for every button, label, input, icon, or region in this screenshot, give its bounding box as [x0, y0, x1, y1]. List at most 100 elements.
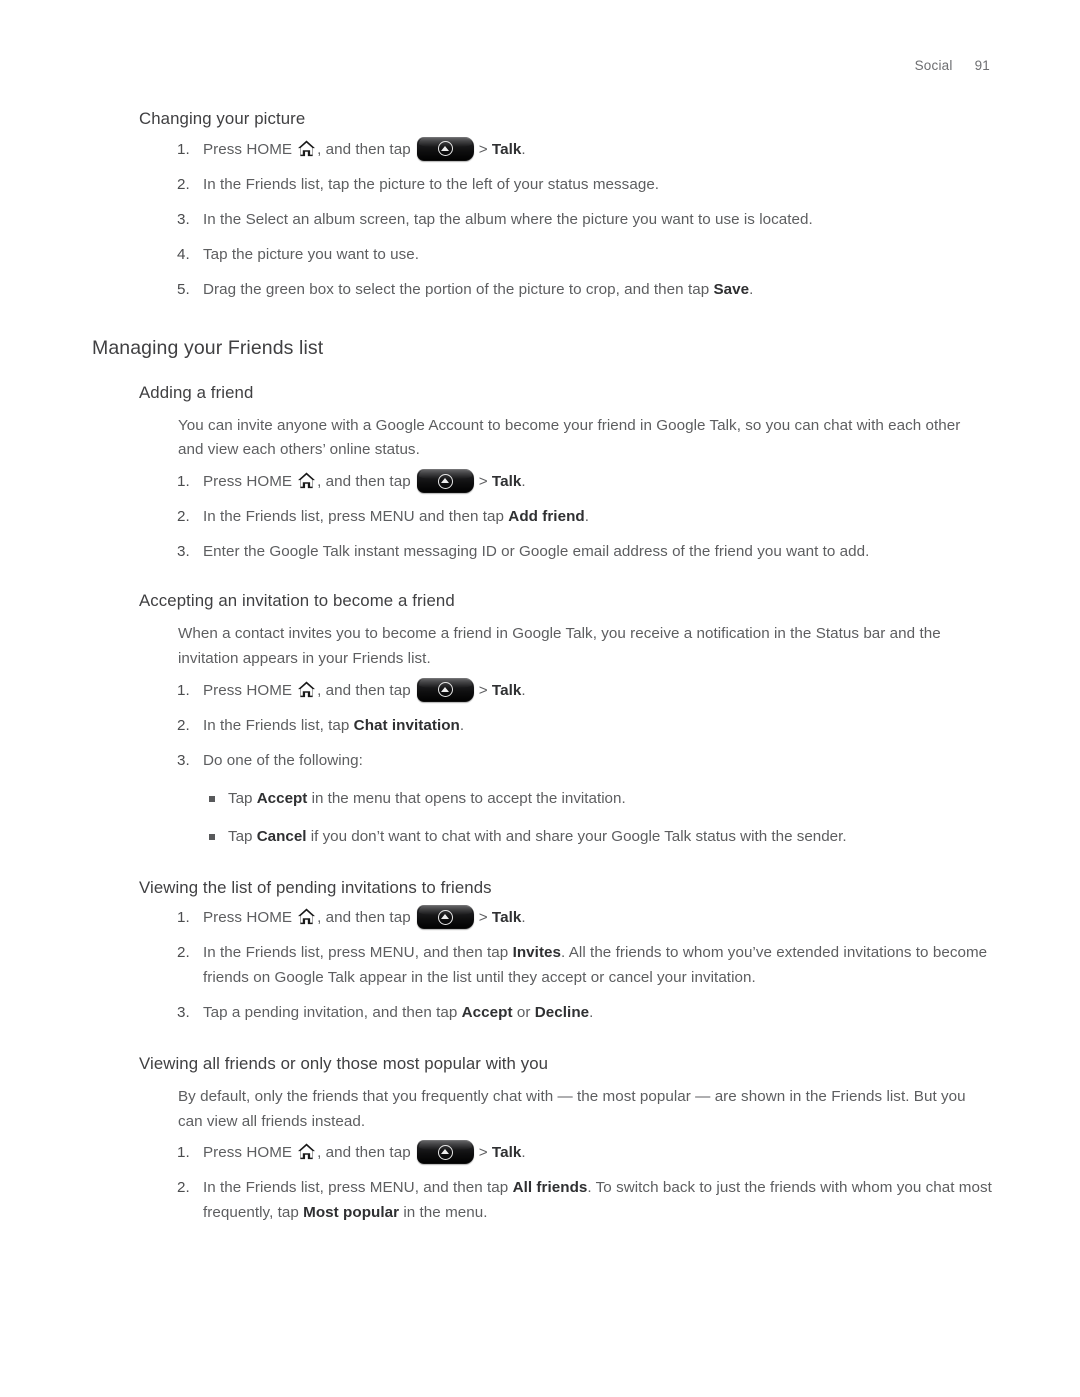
sub-bullets-accepting-an-invitation: Tap Accept in the menu that opens to acc…: [92, 786, 992, 849]
step-number: 1.: [177, 473, 190, 491]
bullet-emphasis: Cancel: [256, 827, 307, 845]
step-text-pre: Press HOME: [203, 140, 293, 158]
app-launcher-button-icon[interactable]: [416, 1140, 474, 1165]
step-text-mid: , and then tap: [317, 681, 411, 699]
step-text-post: .: [749, 280, 754, 298]
steps-viewing-all-friends: 1. Press HOME , and then tap > Talk. 2. In…: [92, 1140, 992, 1225]
heading-managing-your-friends-list: Managing your Friends list: [92, 336, 324, 359]
step-text-post: .: [521, 681, 526, 699]
step-item: 3. In the Select an album screen, tap th…: [92, 207, 992, 232]
list-item: Tap Accept in the menu that opens to acc…: [92, 786, 992, 811]
launcher-glyph-icon: [437, 682, 453, 698]
steps-viewing-pending-invitations: 1. Press HOME , and then tap > Talk. 2. In…: [92, 905, 992, 1025]
step-number: 1.: [177, 909, 190, 927]
step-separator: >: [478, 140, 488, 158]
step-text-pre: Press HOME: [203, 909, 293, 927]
bullet-text: Tap Cancel if you don’t want to chat wit…: [228, 828, 847, 845]
step-emphasis: Add friend: [508, 508, 585, 526]
step-text-post: .: [521, 909, 526, 927]
step-emphasis: Accept: [461, 1004, 513, 1022]
step-item: 2. In the Friends list, press MENU, and …: [92, 1175, 992, 1225]
paragraph-accepting-an-invitation: When a contact invites you to become a f…: [178, 624, 941, 667]
steps-changing-your-picture: 1. Press HOME , and then tap > Talk. 2. In…: [92, 136, 992, 302]
step-text: Press HOME , and then tap > Talk.: [203, 1140, 526, 1165]
step-text-pre: In the Friends list, tap: [203, 716, 354, 734]
section-managing-your-friends-list: Managing your Friends list: [92, 336, 992, 361]
section-adding-a-friend: Adding a friend You can invite anyone wi…: [92, 382, 992, 564]
app-launcher-button-icon[interactable]: [416, 677, 474, 702]
step-number: 2.: [177, 944, 190, 962]
step-number: 2.: [177, 716, 190, 734]
step-text-pre: In the Friends list, press MENU, and the…: [203, 1179, 513, 1197]
step-emphasis: Talk: [491, 1144, 522, 1162]
square-bullet-icon: [209, 833, 215, 840]
home-key-icon: [297, 680, 316, 699]
step-text-pre: Tap a pending invitation, and then tap: [203, 1004, 462, 1022]
step-emphasis: All friends: [512, 1179, 588, 1197]
step-emphasis: Talk: [491, 681, 522, 699]
step-number: 5.: [177, 280, 190, 298]
step-text: In the Friends list, press MENU and then…: [203, 508, 589, 525]
step-item: 4. Tap the picture you want to use.: [92, 242, 992, 267]
step-emphasis: Talk: [491, 140, 522, 158]
step-text-mid: , and then tap: [317, 1144, 411, 1162]
step-item: 1. Press HOME , and then tap > Talk.: [92, 905, 992, 930]
step-text-pre: In the Friends list, press MENU and then…: [203, 508, 509, 526]
home-key-icon: [297, 139, 316, 158]
step-text: Press HOME , and then tap > Talk.: [203, 905, 526, 930]
step-emphasis: Chat invitation: [353, 716, 460, 734]
step-text-mid: , and then tap: [317, 140, 411, 158]
steps-accepting-an-invitation: 1. Press HOME , and then tap > Talk. 2. In…: [92, 677, 992, 773]
step-text: Enter the Google Talk instant messaging …: [203, 543, 870, 561]
step-text: Press HOME , and then tap > Talk.: [203, 677, 526, 702]
app-launcher-button-icon[interactable]: [416, 469, 474, 494]
step-item: 1. Press HOME , and then tap > Talk.: [92, 1140, 992, 1165]
step-number: 2.: [177, 175, 190, 193]
running-header: Social 91: [915, 58, 990, 73]
step-text-post: .: [589, 1004, 594, 1022]
step-text-post: .: [521, 473, 526, 491]
heading-accepting-an-invitation: Accepting an invitation to become a frie…: [139, 591, 455, 611]
launcher-glyph-icon: [437, 473, 453, 489]
section-viewing-pending-invitations: Viewing the list of pending invitations …: [92, 877, 992, 1026]
bullet-text-pre: Tap: [228, 827, 257, 845]
step-text-post: .: [521, 140, 526, 158]
bullet-text-post: in the menu that opens to accept the inv…: [307, 789, 626, 807]
step-text-mid: , and then tap: [317, 909, 411, 927]
paragraph-adding-a-friend: You can invite anyone with a Google Acco…: [178, 416, 961, 459]
heading-viewing-all-friends: Viewing all friends or only those most p…: [139, 1054, 549, 1074]
step-text: In the Friends list, tap Chat invitation…: [203, 717, 464, 734]
step-item: 2. In the Friends list, tap Chat invitat…: [92, 713, 992, 738]
bullet-text-pre: Tap: [228, 789, 257, 807]
step-text-pre: In the Friends list, press MENU, and the…: [203, 944, 513, 962]
step-item: 2. In the Friends list, press MENU and t…: [92, 504, 992, 529]
step-text-pre: Press HOME: [203, 681, 293, 699]
step-number: 3.: [177, 1004, 190, 1022]
step-emphasis-secondary: Decline: [534, 1004, 590, 1022]
document-page: Social 91 Changing your picture 1. Press…: [0, 0, 1080, 1397]
header-chapter-label: Social: [914, 58, 953, 73]
step-emphasis: Talk: [491, 909, 522, 927]
step-item: 5. Drag the green box to select the port…: [92, 277, 992, 302]
square-bullet-icon: [209, 795, 215, 802]
step-text-post: .: [521, 1144, 526, 1162]
step-item: 1. Press HOME , and then tap > Talk.: [92, 469, 992, 494]
step-item: 3. Do one of the following:: [92, 748, 992, 773]
step-text-mid: , and then tap: [317, 473, 411, 491]
step-text-post: in the menu.: [399, 1204, 488, 1222]
app-launcher-button-icon[interactable]: [416, 905, 474, 930]
step-emphasis: Save: [713, 280, 750, 298]
launcher-glyph-icon: [437, 1144, 453, 1160]
step-text-pre: Press HOME: [203, 473, 293, 491]
step-item: 3. Tap a pending invitation, and then ta…: [92, 1000, 992, 1025]
step-item: 3. Enter the Google Talk instant messagi…: [92, 539, 992, 564]
step-number: 1.: [177, 1144, 190, 1162]
step-item: 1. Press HOME , and then tap > Talk.: [92, 136, 992, 162]
page-number: 91: [974, 58, 990, 73]
step-emphasis-secondary: Most popular: [303, 1204, 400, 1222]
step-emphasis: Invites: [512, 944, 562, 962]
app-launcher-button-icon[interactable]: [416, 136, 474, 161]
step-text: Press HOME , and then tap > Talk.: [203, 136, 526, 161]
step-text-pre: Drag the green box to select the portion…: [203, 280, 714, 298]
bullet-text: Tap Accept in the menu that opens to acc…: [228, 790, 626, 807]
